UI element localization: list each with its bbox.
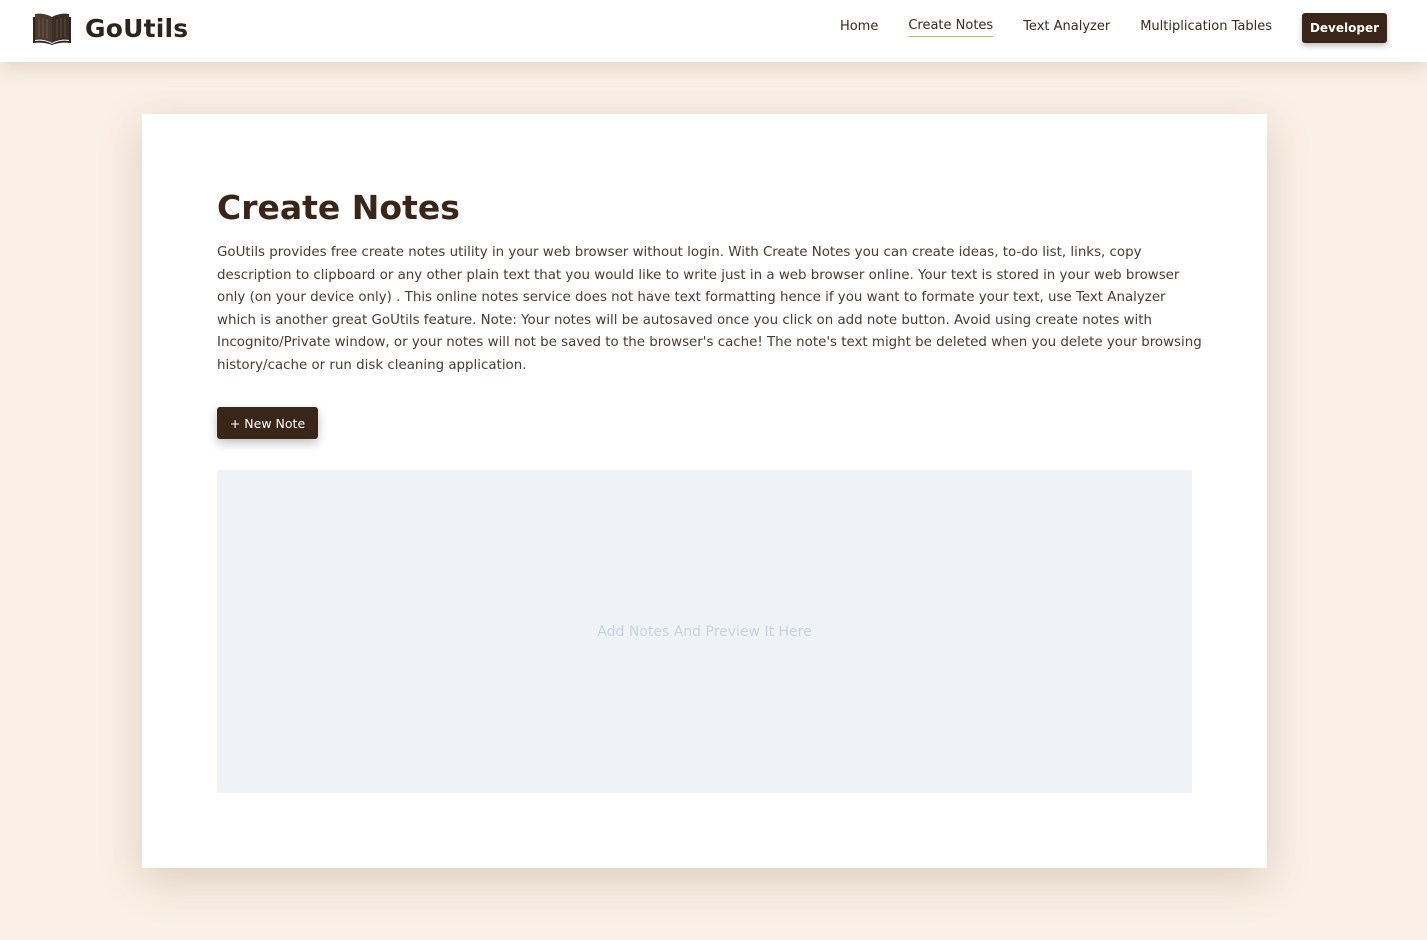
brand-logo-link[interactable]: GoUtils	[33, 10, 188, 46]
preview-placeholder: Add Notes And Preview It Here	[597, 623, 812, 640]
nav-links: Home Create Notes Text Analyzer Multipli…	[810, 0, 1387, 55]
main-card: Create Notes GoUtils provides free creat…	[142, 114, 1267, 868]
page-title: Create Notes	[217, 188, 460, 227]
navbar: GoUtils Home Create Notes Text Analyzer …	[0, 0, 1427, 62]
open-book-icon	[33, 13, 71, 45]
nav-link-create-notes[interactable]: Create Notes	[908, 18, 994, 37]
page-description: GoUtils provides free create notes utili…	[217, 245, 1202, 373]
brand-name: GoUtils	[85, 13, 189, 43]
nav-link-multiplication-tables[interactable]: Multiplication Tables	[1140, 19, 1272, 37]
developer-button[interactable]: Developer	[1302, 12, 1387, 43]
nav-link-home[interactable]: Home	[840, 19, 878, 37]
new-note-button[interactable]: + New Note	[217, 407, 318, 439]
nav-link-text-analyzer[interactable]: Text Analyzer	[1023, 19, 1110, 37]
notes-preview-area: Add Notes And Preview It Here	[217, 470, 1192, 793]
